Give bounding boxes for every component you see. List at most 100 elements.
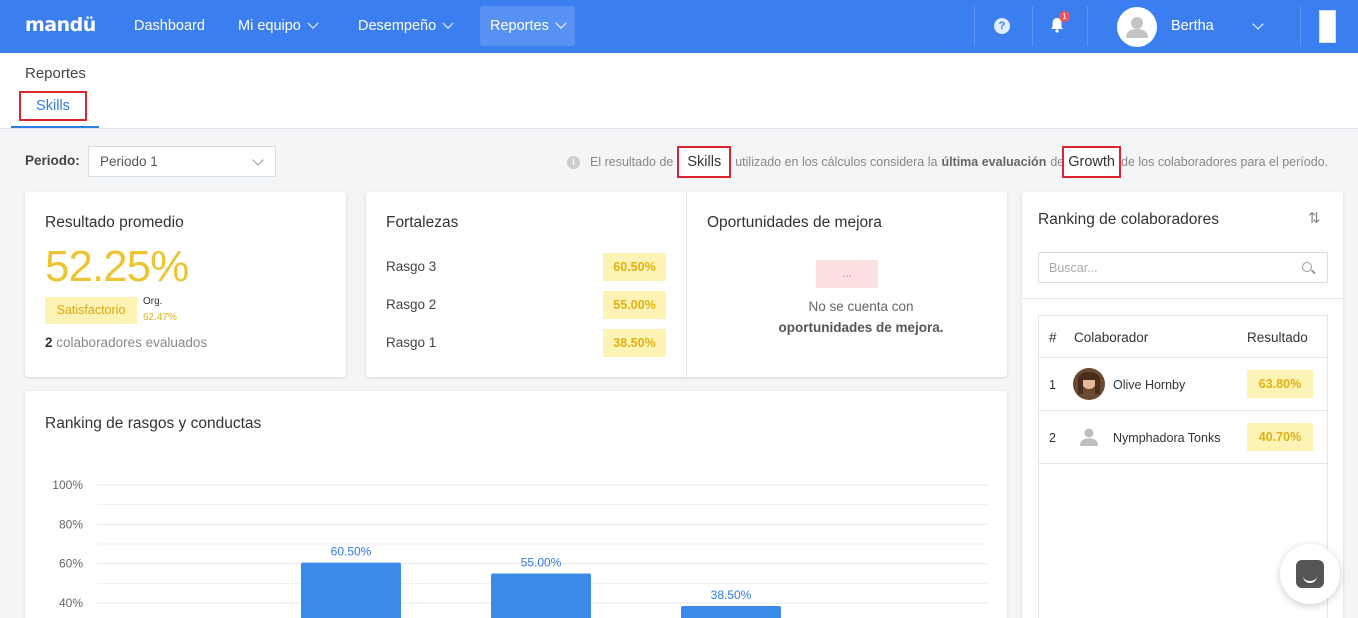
chat-icon — [1296, 560, 1324, 588]
evaluated-text: 2 colaboradores evaluados — [45, 335, 207, 350]
user-name[interactable]: Bertha — [1171, 18, 1214, 34]
ranking-colab-title: Ranking de colaboradores — [1038, 211, 1219, 228]
oportunidades-title: Oportunidades de mejora — [707, 214, 882, 231]
nav-mi-equipo-label: Mi equipo — [238, 18, 301, 34]
resultado-card: Resultado promedio 52.25% Satisfactorio … — [25, 192, 346, 377]
rasgo-score: 60.50% — [603, 253, 666, 281]
chevron-down-icon[interactable] — [1252, 18, 1264, 30]
y-tick-label: 80% — [59, 517, 83, 531]
chevron-down-icon — [252, 154, 264, 166]
y-tick-label: 40% — [59, 596, 83, 610]
sort-icon[interactable]: ⇅ — [1308, 209, 1321, 227]
fortalezas-title: Fortalezas — [386, 214, 459, 231]
info-skills-highlight: Skills — [677, 146, 732, 178]
bar-rasgo-1[interactable] — [681, 605, 781, 618]
table-header: # Colaborador Resultado — [1039, 316, 1327, 358]
org-value: 62.47% — [143, 312, 177, 323]
periodo-label: Periodo: — [25, 153, 80, 168]
evaluated-label: colaboradores evaluados — [56, 335, 208, 350]
bar-chart: 100% 80% 60% 40% 60.50% 55.00% 38.50% — [52, 478, 988, 618]
info-icon: i — [567, 155, 580, 169]
search-placeholder: Buscar... — [1049, 261, 1098, 275]
y-tick-label: 100% — [52, 478, 83, 492]
info-text-4: de los colaboradores para el período. — [1121, 155, 1329, 169]
top-navbar: mandü Dashboard Mi equipo Desempeño Repo… — [0, 0, 1358, 53]
chevron-down-icon — [442, 17, 454, 29]
tab-skills[interactable]: Skills — [11, 90, 99, 128]
info-text-1: El resultado de — [590, 155, 674, 169]
nav-dashboard[interactable]: Dashboard — [124, 6, 215, 46]
chat-launcher-button[interactable] — [1280, 544, 1340, 604]
info-text-2: utilizado en los cálculos considera la — [735, 155, 938, 169]
bar-value-label: 38.50% — [711, 588, 752, 602]
list-item: Rasgo 1 38.50% — [386, 329, 666, 357]
bar-value-label: 55.00% — [521, 556, 562, 570]
nav-mi-equipo[interactable]: Mi equipo — [228, 6, 327, 46]
search-input[interactable]: Buscar... — [1038, 252, 1328, 283]
info-growth-highlight: Growth — [1062, 146, 1121, 178]
info-message: i El resultado de Skills utilizado en lo… — [567, 146, 1328, 178]
row-name: Olive Hornby — [1113, 378, 1186, 392]
person-placeholder-icon — [1080, 428, 1098, 446]
divider — [686, 192, 687, 377]
ranking-rasgos-card: Ranking de rasgos y conductas 100% 80% 60%… — [25, 391, 1007, 618]
divider — [1022, 298, 1343, 299]
divider — [1087, 6, 1088, 46]
notification-badge: 1 — [1059, 11, 1070, 22]
list-item: Rasgo 2 55.00% — [386, 291, 666, 319]
broken-image-icon[interactable] — [1319, 10, 1336, 43]
row-result: 63.80% — [1247, 370, 1313, 398]
org-label: Org. — [143, 296, 163, 307]
row-result: 40.70% — [1247, 423, 1313, 451]
resultado-value: 52.25% — [45, 242, 189, 291]
rasgo-score: 38.50% — [603, 329, 666, 357]
col-result-header: Resultado — [1247, 330, 1308, 345]
nav-reportes-label: Reportes — [490, 18, 549, 34]
user-avatar[interactable] — [1117, 7, 1157, 47]
chevron-down-icon — [307, 17, 319, 29]
status-badge: Satisfactorio — [45, 297, 137, 324]
empty-state-line-2: oportunidades de mejora. — [778, 320, 944, 335]
rasgo-label: Rasgo 3 — [386, 259, 437, 274]
nav-desempeno[interactable]: Desempeño — [348, 6, 462, 46]
divider — [1300, 6, 1301, 46]
nav-desempeno-label: Desempeño — [358, 18, 437, 34]
person-placeholder-icon — [1126, 17, 1148, 38]
col-name-header: Colaborador — [1074, 330, 1149, 345]
bar-rasgo-3[interactable] — [301, 562, 401, 618]
empty-placeholder-pill: ... — [816, 260, 878, 288]
chevron-down-icon — [555, 17, 567, 29]
mandu-logo[interactable]: mandü — [25, 14, 96, 36]
tab-skills-label: Skills — [19, 91, 87, 121]
periodo-select-value: Periodo 1 — [100, 154, 158, 169]
col-num-header: # — [1049, 330, 1057, 345]
y-tick-label: 60% — [59, 557, 83, 571]
evaluated-count: 2 — [45, 335, 53, 350]
bar-value-label: 60.50% — [331, 545, 372, 559]
divider — [1032, 6, 1033, 46]
fortalezas-card: Fortalezas Rasgo 3 60.50% Rasgo 2 55.00%… — [366, 192, 1007, 377]
avatar — [1073, 368, 1105, 400]
empty-state-text: No se cuenta con oportunidades de mejora… — [736, 296, 986, 338]
info-text-bold: última evaluación — [941, 155, 1047, 169]
rasgo-label: Rasgo 1 — [386, 335, 437, 350]
table-row[interactable]: 2 Nymphadora Tonks 40.70% — [1039, 411, 1327, 464]
empty-state-line-1: No se cuenta con — [808, 299, 914, 314]
question-circle-icon[interactable]: ? — [994, 18, 1010, 34]
row-num: 2 — [1049, 431, 1056, 445]
search-icon — [1302, 262, 1312, 272]
nav-reportes[interactable]: Reportes — [480, 6, 575, 46]
list-item: Rasgo 3 60.50% — [386, 253, 666, 281]
rasgo-label: Rasgo 2 — [386, 297, 437, 312]
page-header: Reportes Skills — [0, 53, 1358, 129]
row-name: Nymphadora Tonks — [1113, 431, 1221, 445]
rasgo-score: 55.00% — [603, 291, 666, 319]
nav-dashboard-label: Dashboard — [134, 18, 205, 34]
page-title: Reportes — [25, 65, 86, 82]
row-num: 1 — [1049, 378, 1056, 392]
bar-rasgo-2[interactable] — [491, 573, 591, 618]
periodo-select[interactable]: Periodo 1 — [88, 146, 276, 177]
divider — [974, 6, 975, 46]
table-row[interactable]: 1 Olive Hornby 63.80% — [1039, 358, 1327, 411]
resultado-title: Resultado promedio — [45, 214, 184, 231]
